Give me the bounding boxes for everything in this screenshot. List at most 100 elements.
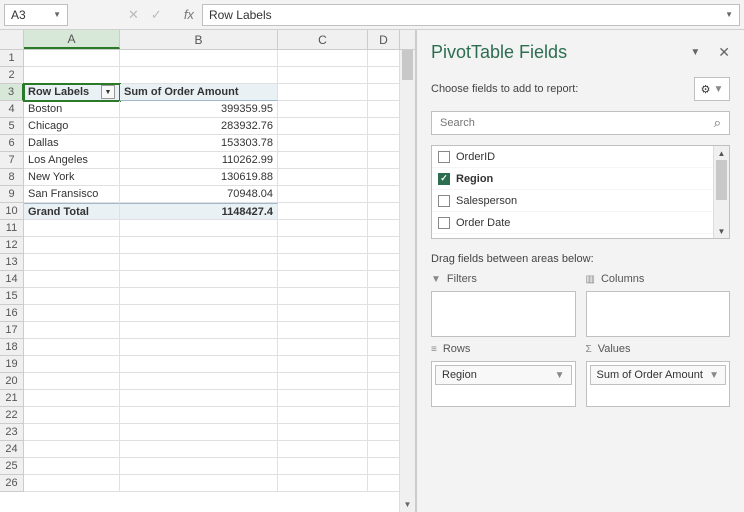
cell[interactable] [368, 288, 400, 305]
cell[interactable] [24, 390, 120, 407]
col-header-c[interactable]: C [278, 30, 368, 49]
grid-vertical-scrollbar[interactable]: ▼ [399, 50, 415, 512]
cell[interactable] [120, 390, 278, 407]
cell[interactable] [24, 475, 120, 492]
scroll-down-icon[interactable]: ▼ [714, 224, 729, 238]
cell[interactable]: Dallas [24, 135, 120, 152]
col-header-a[interactable]: A [24, 30, 120, 49]
row-header-19[interactable]: 19 [0, 356, 24, 373]
cell[interactable] [368, 458, 400, 475]
cell[interactable]: 70948.04 [120, 186, 278, 203]
cell[interactable] [24, 373, 120, 390]
cell[interactable] [120, 220, 278, 237]
cell[interactable] [120, 441, 278, 458]
filters-drop-area[interactable] [431, 291, 576, 337]
cell[interactable] [278, 373, 368, 390]
row-header-20[interactable]: 20 [0, 373, 24, 390]
field-item[interactable]: Salesperson [432, 190, 713, 212]
formula-input[interactable]: Row Labels ▼ [202, 4, 740, 26]
cell[interactable] [368, 203, 400, 220]
cell[interactable] [24, 458, 120, 475]
cell[interactable] [368, 152, 400, 169]
row-header-2[interactable]: 2 [0, 67, 24, 84]
cell[interactable] [368, 356, 400, 373]
cell[interactable] [24, 305, 120, 322]
cell[interactable] [24, 237, 120, 254]
cell[interactable] [278, 356, 368, 373]
scrollbar-thumb[interactable] [716, 160, 727, 200]
cell[interactable] [368, 373, 400, 390]
cell[interactable] [278, 152, 368, 169]
cell[interactable] [368, 407, 400, 424]
cell[interactable] [278, 407, 368, 424]
cell[interactable] [278, 50, 368, 67]
cell[interactable]: New York [24, 169, 120, 186]
row-header-5[interactable]: 5 [0, 118, 24, 135]
checkbox-icon[interactable]: ✓ [438, 239, 450, 240]
cell[interactable] [278, 322, 368, 339]
cells-area[interactable]: Row Labels▼Sum of Order AmountBoston3993… [24, 50, 415, 492]
values-field-chip[interactable]: Sum of Order Amount ▼ [590, 365, 727, 385]
cell[interactable] [120, 67, 278, 84]
search-input[interactable] [440, 117, 714, 129]
cell[interactable] [368, 169, 400, 186]
cell[interactable] [278, 186, 368, 203]
cell[interactable] [368, 271, 400, 288]
row-header-14[interactable]: 14 [0, 271, 24, 288]
scroll-down-icon[interactable]: ▼ [400, 496, 415, 512]
layout-options-button[interactable]: ⚙ ▼ [694, 77, 730, 101]
checkbox-icon[interactable] [438, 195, 450, 207]
cell[interactable] [278, 237, 368, 254]
cell[interactable] [120, 50, 278, 67]
cell[interactable] [24, 407, 120, 424]
rows-drop-area[interactable]: Region ▼ [431, 361, 576, 407]
cell[interactable] [24, 322, 120, 339]
cell[interactable] [278, 118, 368, 135]
cell[interactable]: Chicago [24, 118, 120, 135]
cell[interactable] [278, 271, 368, 288]
field-item[interactable]: Order Date [432, 212, 713, 234]
cell[interactable] [368, 475, 400, 492]
row-header-21[interactable]: 21 [0, 390, 24, 407]
cell[interactable] [278, 424, 368, 441]
row-header-9[interactable]: 9 [0, 186, 24, 203]
cell[interactable] [368, 67, 400, 84]
cell[interactable] [278, 458, 368, 475]
cell[interactable]: 399359.95 [120, 101, 278, 118]
cell[interactable] [120, 407, 278, 424]
cell[interactable] [368, 84, 400, 101]
scroll-up-icon[interactable]: ▲ [714, 146, 729, 160]
row-header-17[interactable]: 17 [0, 322, 24, 339]
spreadsheet-grid[interactable]: A B C D 12345678910111213141516171819202… [0, 30, 416, 512]
cell[interactable] [278, 441, 368, 458]
row-header-7[interactable]: 7 [0, 152, 24, 169]
cell[interactable] [368, 186, 400, 203]
chevron-down-icon[interactable]: ▼ [725, 10, 733, 19]
cell[interactable] [278, 84, 368, 101]
cell[interactable]: 153303.78 [120, 135, 278, 152]
fx-icon[interactable]: fx [184, 7, 194, 22]
cell[interactable] [24, 288, 120, 305]
row-header-15[interactable]: 15 [0, 288, 24, 305]
row-header-10[interactable]: 10 [0, 203, 24, 220]
cell[interactable] [368, 118, 400, 135]
cell[interactable] [120, 237, 278, 254]
filter-dropdown-icon[interactable]: ▼ [101, 85, 115, 99]
cell[interactable] [278, 339, 368, 356]
cell[interactable] [368, 322, 400, 339]
select-all-corner[interactable] [0, 30, 24, 49]
columns-drop-area[interactable] [586, 291, 731, 337]
row-header-11[interactable]: 11 [0, 220, 24, 237]
row-header-13[interactable]: 13 [0, 254, 24, 271]
scrollbar-thumb[interactable] [402, 50, 413, 80]
cell[interactable] [278, 67, 368, 84]
cell[interactable] [278, 220, 368, 237]
cell[interactable] [24, 424, 120, 441]
cell[interactable] [278, 475, 368, 492]
chevron-down-icon[interactable]: ▼ [53, 10, 61, 19]
row-header-22[interactable]: 22 [0, 407, 24, 424]
cell[interactable] [278, 203, 368, 220]
checkbox-icon[interactable] [438, 151, 450, 163]
row-header-8[interactable]: 8 [0, 169, 24, 186]
row-header-4[interactable]: 4 [0, 101, 24, 118]
